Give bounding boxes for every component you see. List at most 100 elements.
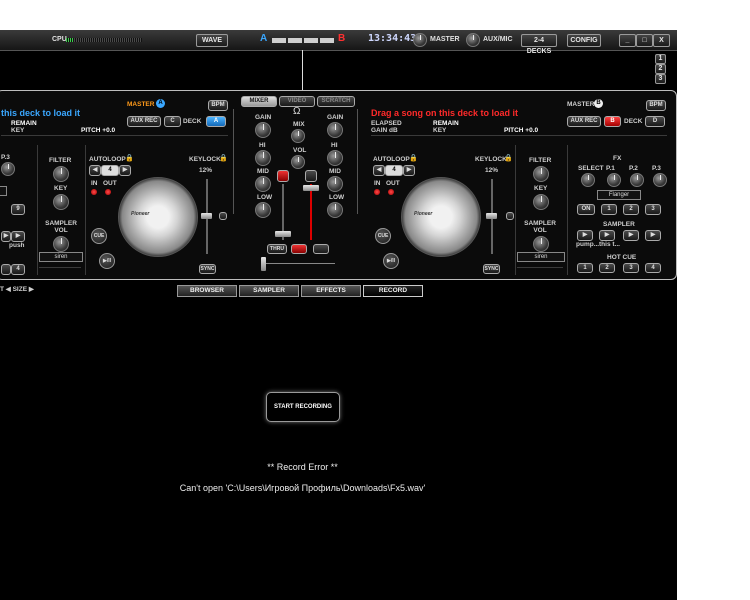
thru-button[interactable]: THRU: [267, 244, 287, 254]
fx-button-1[interactable]: 1: [601, 204, 617, 215]
keylock-lock-icon[interactable]: 🔒: [219, 154, 228, 162]
deck-right[interactable]: Drag a song on this deck to load it ELAP…: [371, 91, 673, 279]
layout-button-2[interactable]: 2: [655, 64, 666, 74]
mixer[interactable]: MIXER VIDEO SCRATCH GAIN GAIN Ω MIX HI H…: [233, 91, 359, 279]
fx-button-3[interactable]: 3: [645, 204, 661, 215]
low-right-knob[interactable]: [327, 202, 343, 218]
deck-left-a-button[interactable]: A: [206, 116, 226, 127]
loop-out-button[interactable]: [388, 189, 394, 195]
minimize-button[interactable]: _: [619, 34, 636, 47]
maximize-button[interactable]: □: [636, 34, 653, 47]
sampler-play-1[interactable]: ▶: [577, 230, 593, 241]
hi-right-knob[interactable]: [327, 150, 343, 166]
crossfader-curve-1-button[interactable]: [291, 244, 307, 254]
sync-button[interactable]: SYNC: [483, 264, 500, 274]
deck-right-bpm-button[interactable]: BPM: [646, 100, 666, 111]
fx-p2-knob[interactable]: [630, 173, 644, 187]
deck-left-c-button[interactable]: C: [164, 116, 181, 127]
layout-button-1[interactable]: 1: [655, 54, 666, 64]
key-knob[interactable]: [53, 194, 69, 210]
pitch-reset-button[interactable]: [219, 212, 227, 220]
hotcue-button-3[interactable]: [1, 264, 11, 275]
crossfader-handle[interactable]: [261, 257, 266, 271]
fx-button-2[interactable]: 2: [623, 204, 639, 215]
gain-left-knob[interactable]: [255, 122, 271, 138]
tab-sampler[interactable]: SAMPLER: [239, 285, 299, 297]
fx-button-9[interactable]: 9: [11, 204, 25, 215]
filter-knob[interactable]: [53, 166, 69, 182]
decks-button[interactable]: 2-4 DECKS: [521, 34, 557, 55]
crossfader-curve-2-button[interactable]: [313, 244, 329, 254]
fx-p3-knob[interactable]: [653, 173, 667, 187]
layout-button-3[interactable]: 3: [655, 74, 666, 84]
loop-decrease-button[interactable]: ◀: [89, 165, 101, 176]
deck-right-aux-rec-button[interactable]: AUX REC: [567, 116, 601, 127]
volume-fader-right-handle[interactable]: [303, 185, 319, 191]
sampler-play-4[interactable]: ▶: [645, 230, 661, 241]
cue-button[interactable]: CUE: [375, 228, 391, 244]
deck-left-bpm-button[interactable]: BPM: [208, 100, 228, 111]
tab-mixer[interactable]: MIXER: [241, 96, 277, 107]
tab-scratch[interactable]: SCRATCH: [317, 96, 355, 107]
filter-knob[interactable]: [533, 166, 549, 182]
close-button[interactable]: X: [653, 34, 670, 47]
pitch-slider-handle[interactable]: [486, 213, 497, 219]
hotcue-button-1[interactable]: 1: [577, 263, 593, 273]
sampler-play-2[interactable]: ▶: [599, 230, 615, 241]
auxmic-knob[interactable]: [466, 33, 480, 47]
deck-right-b-button[interactable]: B: [604, 116, 621, 127]
fx-select-knob[interactable]: [581, 173, 595, 187]
tab-effects[interactable]: EFFECTS: [301, 285, 361, 297]
volume-fader-left-handle[interactable]: [275, 231, 291, 237]
volume-fader-right-track[interactable]: [310, 184, 312, 240]
sampler-play-3[interactable]: ▶: [623, 230, 639, 241]
fx-on-button[interactable]: ON: [577, 204, 595, 215]
config-button[interactable]: CONFIG: [567, 34, 601, 47]
sampler-vol-knob[interactable]: [533, 236, 549, 252]
mid-right-knob[interactable]: [327, 176, 343, 192]
play-pause-button[interactable]: ▶/II: [383, 253, 399, 269]
loop-increase-button[interactable]: ▶: [403, 165, 415, 176]
loop-decrease-button[interactable]: ◀: [373, 165, 385, 176]
fx-p1-knob[interactable]: [607, 173, 621, 187]
hotcue-button-4[interactable]: 4: [11, 264, 25, 275]
crossfader-track[interactable]: [263, 263, 335, 264]
hi-left-knob[interactable]: [255, 150, 271, 166]
loop-increase-button[interactable]: ▶: [119, 165, 131, 176]
size-control[interactable]: T ◀ SIZE ▶: [0, 285, 34, 293]
headphone-vol-knob[interactable]: [291, 155, 305, 169]
loop-out-button[interactable]: [105, 189, 111, 195]
hotcue-button-3[interactable]: 3: [623, 263, 639, 273]
deck-right-d-button[interactable]: D: [645, 116, 665, 127]
deck-left-aux-rec-button[interactable]: AUX REC: [127, 116, 161, 127]
pitch-slider-handle[interactable]: [201, 213, 212, 219]
key-knob[interactable]: [533, 194, 549, 210]
sampler-play-button[interactable]: ▶: [1, 231, 11, 242]
wave-button[interactable]: WAVE: [196, 34, 228, 47]
fx-p3-knob[interactable]: [1, 162, 15, 176]
play-pause-button[interactable]: ▶/II: [99, 253, 115, 269]
mid-left-knob[interactable]: [255, 176, 271, 192]
sampler-play-button-2[interactable]: ▶: [11, 231, 25, 242]
loop-in-button[interactable]: [91, 189, 97, 195]
sampler-vol-knob[interactable]: [53, 236, 69, 252]
gain-right-knob[interactable]: [327, 122, 343, 138]
tab-record[interactable]: RECORD: [363, 285, 423, 297]
master-volume-knob[interactable]: [413, 33, 427, 47]
hotcue-button-2[interactable]: 2: [599, 263, 615, 273]
pitch-reset-button[interactable]: [506, 212, 514, 220]
keylock-lock-icon[interactable]: 🔒: [504, 154, 513, 162]
pfl-right-button[interactable]: [305, 170, 317, 182]
low-left-knob[interactable]: [255, 202, 271, 218]
tab-browser[interactable]: BROWSER: [177, 285, 237, 297]
pfl-left-button[interactable]: [277, 170, 289, 182]
hotcue-button-4[interactable]: 4: [645, 263, 661, 273]
jog-wheel[interactable]: Pioneer: [118, 177, 198, 257]
jog-wheel[interactable]: Pioneer: [401, 177, 481, 257]
loop-in-button[interactable]: [374, 189, 380, 195]
start-recording-button[interactable]: START RECORDING: [266, 392, 340, 422]
headphone-mix-knob[interactable]: [291, 129, 305, 143]
deck-left[interactable]: this deck to load it REMAIN KEY PITCH +0…: [0, 91, 228, 279]
sync-button[interactable]: SYNC: [199, 264, 216, 274]
cue-button[interactable]: CUE: [91, 228, 107, 244]
